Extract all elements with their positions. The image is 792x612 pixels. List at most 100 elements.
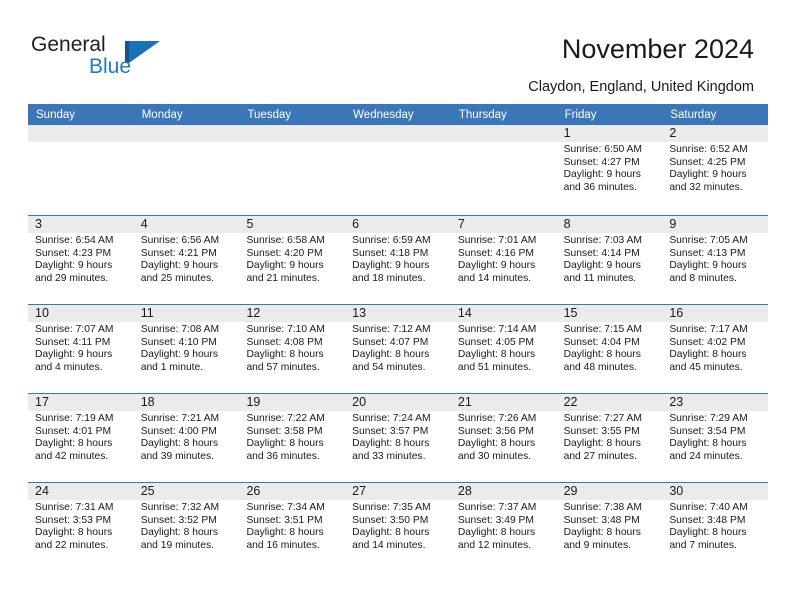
sunset-text: Sunset: 4:00 PM: [140, 425, 217, 437]
calendar-day-cell[interactable]: 18 Sunrise: 7:21 AM Sunset: 4:00 PM Dayligh…: [133, 394, 240, 482]
flag-triangle-shape: [129, 41, 160, 63]
day-number: 3: [35, 217, 42, 231]
sunset-text: Sunset: 4:05 PM: [457, 336, 535, 348]
weekday-header-sunday: Sunday: [36, 108, 76, 121]
day-number-band: 16: [662, 305, 769, 322]
brand-logo[interactable]: General Blue: [31, 33, 211, 81]
daylight-text-cont: and 48 minutes.: [563, 361, 637, 373]
day-sun-details: Sunrise: 7:34 AM Sunset: 3:51 PM Daylight:…: [239, 500, 345, 552]
day-sun-details: Sunrise: 7:38 AM Sunset: 3:48 PM Daylight:…: [557, 500, 663, 552]
calendar-day-cell[interactable]: 29 Sunrise: 7:38 AM Sunset: 3:48 PM Dayligh…: [556, 483, 663, 571]
sunrise-text: Sunrise: 6:56 AM: [140, 235, 220, 246]
calendar-day-cell[interactable]: 12 Sunrise: 7:10 AM Sunset: 4:08 PM Dayligh…: [239, 305, 346, 393]
calendar-day-cell[interactable]: 26 Sunrise: 7:34 AM Sunset: 3:51 PM Dayligh…: [239, 483, 346, 571]
calendar-day-cell[interactable]: 24 Sunrise: 7:31 AM Sunset: 3:53 PM Dayligh…: [28, 483, 134, 571]
calendar-day-cell[interactable]: 28 Sunrise: 7:37 AM Sunset: 3:49 PM Dayligh…: [450, 483, 557, 571]
sunset-text: Sunset: 4:18 PM: [352, 247, 429, 259]
calendar-day-cell[interactable]: 8 Sunrise: 7:03 AM Sunset: 4:14 PM Daylight…: [556, 216, 663, 304]
sunrise-text: Sunrise: 7:31 AM: [35, 502, 114, 513]
calendar-day-cell[interactable]: 22 Sunrise: 7:27 AM Sunset: 3:55 PM Dayligh…: [556, 394, 663, 482]
calendar-day-cell[interactable]: 4 Sunrise: 6:56 AM Sunset: 4:21 PM Daylight…: [133, 216, 240, 304]
daylight-text: Daylight: 8 hours: [35, 438, 113, 450]
calendar-day-cell[interactable]: 17 Sunrise: 7:19 AM Sunset: 4:01 PM Dayligh…: [28, 394, 134, 482]
brand-name-blue: Blue: [89, 55, 132, 78]
sunset-text: Sunset: 4:25 PM: [669, 156, 746, 168]
daylight-text-cont: and 24 minutes.: [669, 450, 743, 462]
calendar-day-cell[interactable]: 3 Sunrise: 6:54 AM Sunset: 4:23 PM Daylight…: [28, 216, 134, 304]
day-number-band: 27: [345, 483, 451, 500]
calendar-empty-cell: [239, 125, 346, 215]
day-sun-details: Sunrise: 7:01 AM Sunset: 4:16 PM Daylight:…: [451, 233, 557, 285]
daylight-text: Daylight: 8 hours: [457, 438, 536, 450]
day-number: 20: [352, 395, 367, 409]
sunset-text: Sunset: 4:01 PM: [35, 425, 112, 437]
day-number: 29: [563, 484, 578, 498]
calendar-day-cell[interactable]: 7 Sunrise: 7:01 AM Sunset: 4:16 PM Daylight…: [450, 216, 557, 304]
sunrise-text: Sunrise: 7:08 AM: [140, 324, 220, 335]
weekday-header-monday: Monday: [141, 108, 183, 121]
day-sun-details: [134, 142, 240, 144]
calendar-day-cell[interactable]: 11 Sunrise: 7:08 AM Sunset: 4:10 PM Dayligh…: [133, 305, 240, 393]
calendar-day-cell[interactable]: 5 Sunrise: 6:58 AM Sunset: 4:20 PM Daylight…: [239, 216, 346, 304]
sunset-text: Sunset: 3:52 PM: [140, 514, 217, 526]
calendar-day-cell[interactable]: 21 Sunrise: 7:26 AM Sunset: 3:56 PM Dayligh…: [450, 394, 557, 482]
day-sun-details: Sunrise: 7:40 AM Sunset: 3:48 PM Daylight:…: [662, 500, 768, 552]
day-number-band: [133, 125, 240, 142]
daylight-text-cont: and 51 minutes.: [457, 361, 532, 373]
daylight-text: Daylight: 8 hours: [246, 527, 324, 539]
daylight-text: Daylight: 8 hours: [140, 438, 218, 450]
sunrise-text: Sunrise: 7:21 AM: [140, 413, 220, 424]
calendar-empty-cell: [133, 125, 240, 215]
daylight-text: Daylight: 8 hours: [246, 349, 324, 361]
calendar-day-cell[interactable]: 13 Sunrise: 7:12 AM Sunset: 4:07 PM Dayligh…: [345, 305, 451, 393]
calendar-week-row: 10 Sunrise: 7:07 AM Sunset: 4:11 PM Dayligh…: [28, 304, 769, 393]
brand-name-general: General: [31, 33, 106, 56]
day-sun-details: Sunrise: 7:12 AM Sunset: 4:07 PM Daylight:…: [345, 322, 451, 374]
daylight-text-cont: and 39 minutes.: [140, 450, 214, 462]
calendar-day-cell[interactable]: 16 Sunrise: 7:17 AM Sunset: 4:02 PM Dayligh…: [662, 305, 769, 393]
calendar-day-cell[interactable]: 27 Sunrise: 7:35 AM Sunset: 3:50 PM Dayligh…: [345, 483, 451, 571]
day-sun-details: Sunrise: 7:19 AM Sunset: 4:01 PM Daylight:…: [28, 411, 134, 463]
day-sun-details: Sunrise: 6:56 AM Sunset: 4:21 PM Daylight:…: [134, 233, 240, 285]
calendar-day-cell[interactable]: 23 Sunrise: 7:29 AM Sunset: 3:54 PM Dayligh…: [662, 394, 769, 482]
calendar-grid: Sunday Monday Tuesday Wednesday Thursday Frid…: [28, 104, 769, 571]
sunrise-text: Sunrise: 7:19 AM: [35, 413, 114, 424]
day-number-band: 11: [133, 305, 240, 322]
daylight-text: Daylight: 8 hours: [563, 438, 641, 450]
daylight-text-cont: and 30 minutes.: [457, 450, 532, 462]
calendar-day-cell[interactable]: 20 Sunrise: 7:24 AM Sunset: 3:57 PM Dayligh…: [345, 394, 451, 482]
calendar-day-cell[interactable]: 9 Sunrise: 7:05 AM Sunset: 4:13 PM Daylight…: [662, 216, 769, 304]
calendar-day-cell[interactable]: 19 Sunrise: 7:22 AM Sunset: 3:58 PM Dayligh…: [239, 394, 346, 482]
calendar-week-row: 17 Sunrise: 7:19 AM Sunset: 4:01 PM Dayligh…: [28, 393, 769, 482]
daylight-text: Daylight: 8 hours: [140, 527, 218, 539]
calendar-day-cell[interactable]: 30 Sunrise: 7:40 AM Sunset: 3:48 PM Dayligh…: [662, 483, 769, 571]
calendar-week-row: 1 Sunrise: 6:50 AM Sunset: 4:27 PM Daylight…: [28, 125, 769, 215]
calendar-day-cell[interactable]: 2 Sunrise: 6:52 AM Sunset: 4:25 PM Daylight…: [662, 125, 769, 215]
calendar-day-cell[interactable]: 6 Sunrise: 6:59 AM Sunset: 4:18 PM Daylight…: [345, 216, 451, 304]
day-number-band: 4: [133, 216, 240, 233]
calendar-day-cell[interactable]: 10 Sunrise: 7:07 AM Sunset: 4:11 PM Dayligh…: [28, 305, 134, 393]
daylight-text: Daylight: 8 hours: [352, 527, 430, 539]
calendar-day-cell[interactable]: 25 Sunrise: 7:32 AM Sunset: 3:52 PM Dayligh…: [133, 483, 240, 571]
daylight-text: Daylight: 8 hours: [246, 438, 324, 450]
day-number-band: 28: [450, 483, 557, 500]
day-number-band: 9: [662, 216, 769, 233]
sunset-text: Sunset: 3:53 PM: [35, 514, 112, 526]
weekday-header-thursday: Thursday: [458, 108, 507, 121]
daylight-text: Daylight: 8 hours: [457, 527, 536, 539]
daylight-text-cont: and 7 minutes.: [669, 539, 737, 551]
calendar-day-cell[interactable]: 14 Sunrise: 7:14 AM Sunset: 4:05 PM Dayligh…: [450, 305, 557, 393]
weekday-header-tuesday: Tuesday: [247, 108, 292, 121]
sunrise-text: Sunrise: 7:12 AM: [352, 324, 431, 335]
calendar-day-cell[interactable]: 1 Sunrise: 6:50 AM Sunset: 4:27 PM Daylight…: [556, 125, 663, 215]
weekday-header-saturday: Saturday: [670, 108, 717, 121]
daylight-text: Daylight: 9 hours: [669, 260, 747, 272]
weekday-header-friday: Friday: [564, 108, 597, 121]
calendar-day-cell[interactable]: 15 Sunrise: 7:15 AM Sunset: 4:04 PM Dayligh…: [556, 305, 663, 393]
day-number: 30: [669, 484, 684, 498]
sunset-text: Sunset: 3:55 PM: [563, 425, 640, 437]
day-sun-details: Sunrise: 7:17 AM Sunset: 4:02 PM Daylight:…: [662, 322, 768, 374]
daylight-text-cont: and 4 minutes.: [35, 361, 103, 373]
day-number-band: 14: [450, 305, 557, 322]
day-number: 17: [35, 395, 49, 409]
